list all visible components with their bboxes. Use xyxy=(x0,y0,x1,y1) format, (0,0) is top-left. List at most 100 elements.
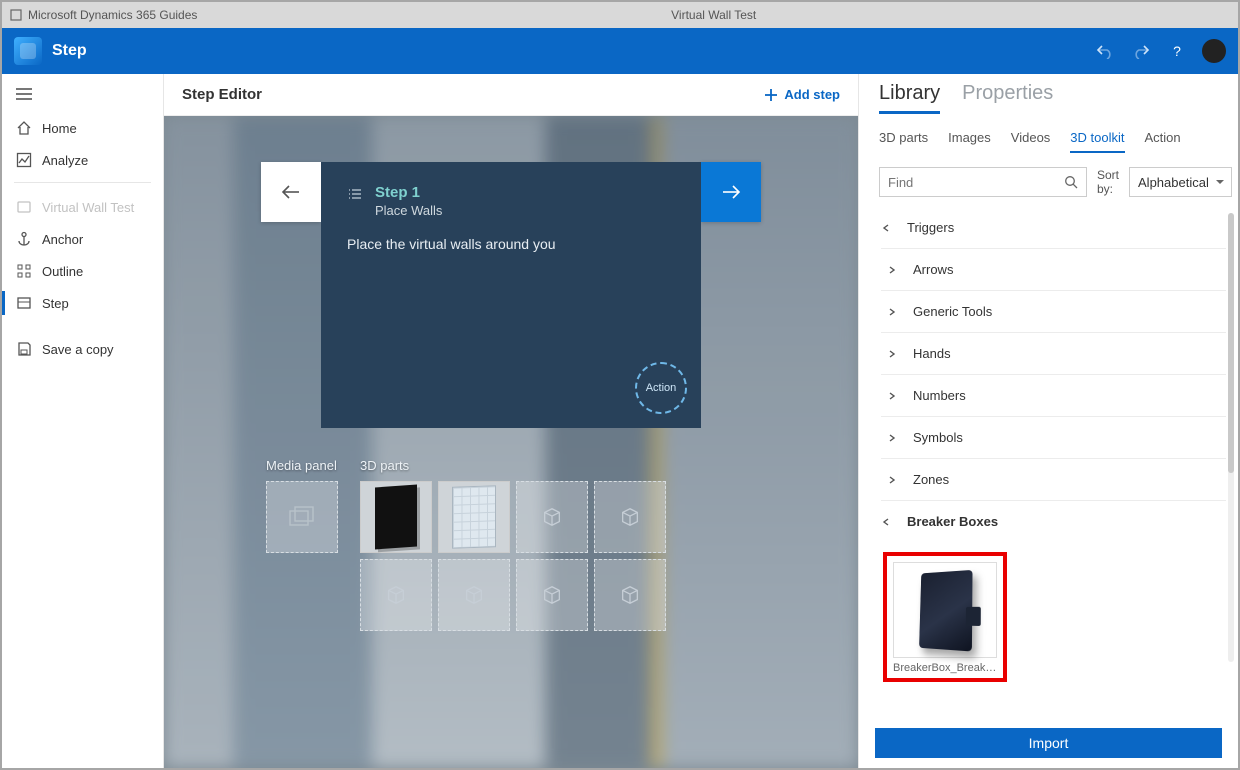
add-step-button[interactable]: Add step xyxy=(764,87,840,102)
nav-label: Anchor xyxy=(42,232,83,247)
svg-text:?: ? xyxy=(1173,43,1181,59)
plus-icon xyxy=(764,88,778,102)
pane-tabs: Library Properties xyxy=(859,74,1238,114)
search-icon xyxy=(1064,175,1078,189)
analyze-icon xyxy=(16,152,32,168)
category-list: Triggers Arrows Generic Tools Hands Numb… xyxy=(859,207,1238,722)
nav-analyze[interactable]: Analyze xyxy=(2,144,163,176)
part-thumb xyxy=(452,485,496,549)
arrow-right-icon xyxy=(719,180,743,204)
subtab-3d-parts[interactable]: 3D parts xyxy=(879,130,928,153)
chevron-right-icon xyxy=(887,307,899,317)
step-name: Place Walls xyxy=(375,203,442,218)
app-title: Microsoft Dynamics 365 Guides xyxy=(28,8,197,22)
add-step-label: Add step xyxy=(784,87,840,102)
nav-save-copy[interactable]: Save a copy xyxy=(2,333,163,365)
nav-guide-name: Virtual Wall Test xyxy=(2,191,163,223)
part-slot-empty[interactable] xyxy=(438,559,510,631)
category-hands[interactable]: Hands xyxy=(881,333,1226,375)
category-label: Symbols xyxy=(913,430,963,445)
editor-title: Step Editor xyxy=(182,86,262,103)
library-pane: Library Properties 3D parts Images Video… xyxy=(858,74,1238,768)
nav-label: Analyze xyxy=(42,153,88,168)
category-label: Triggers xyxy=(907,220,954,235)
category-breaker-boxes[interactable]: Breaker Boxes xyxy=(881,501,1226,542)
action-chip[interactable]: Action xyxy=(635,362,687,414)
nav-step[interactable]: Step xyxy=(2,287,163,319)
part-thumb xyxy=(375,485,417,550)
app-window: Microsoft Dynamics 365 Guides Virtual Wa… xyxy=(0,0,1240,770)
chevron-right-icon xyxy=(887,433,899,443)
editor-header: Step Editor Add step xyxy=(164,74,858,116)
app-header: Step ? xyxy=(2,28,1238,74)
cube-icon xyxy=(541,506,563,528)
titlebar: Microsoft Dynamics 365 Guides Virtual Wa… xyxy=(2,2,1238,28)
redo-icon[interactable] xyxy=(1130,40,1152,62)
doc-title: Virtual Wall Test xyxy=(197,8,1230,22)
step-card[interactable]: Step 1 Place Walls Place the virtual wal… xyxy=(321,162,701,428)
home-icon xyxy=(16,120,32,136)
cube-icon xyxy=(385,584,407,606)
part-slot-empty[interactable] xyxy=(594,481,666,553)
find-input[interactable] xyxy=(888,175,1064,190)
guide-icon xyxy=(16,199,32,215)
breaker-item-label: BreakerBox_Breaker_... xyxy=(893,658,997,676)
media-panel: Media panel xyxy=(266,458,338,553)
category-symbols[interactable]: Symbols xyxy=(881,417,1226,459)
scrollbar[interactable] xyxy=(1228,213,1234,662)
tab-library[interactable]: Library xyxy=(879,82,940,114)
chevron-right-icon xyxy=(887,349,899,359)
media-icon xyxy=(289,506,315,528)
category-label: Zones xyxy=(913,472,949,487)
anchor-icon xyxy=(16,231,32,247)
subtab-action[interactable]: Action xyxy=(1145,130,1181,153)
category-arrows[interactable]: Arrows xyxy=(881,249,1226,291)
nav-label: Outline xyxy=(42,264,83,279)
part-slot-empty[interactable] xyxy=(594,559,666,631)
part-slot-empty[interactable] xyxy=(516,559,588,631)
save-icon xyxy=(16,341,32,357)
subtab-videos[interactable]: Videos xyxy=(1011,130,1051,153)
import-button[interactable]: Import xyxy=(875,728,1222,758)
cube-icon xyxy=(619,584,641,606)
media-panel-label: Media panel xyxy=(266,458,338,473)
part-slot-empty[interactable] xyxy=(360,559,432,631)
category-generic-tools[interactable]: Generic Tools xyxy=(881,291,1226,333)
header-breadcrumb: Step xyxy=(52,42,87,60)
breaker-item[interactable]: BreakerBox_Breaker_... xyxy=(883,552,1007,682)
subtab-3d-toolkit[interactable]: 3D toolkit xyxy=(1070,130,1124,153)
category-numbers[interactable]: Numbers xyxy=(881,375,1226,417)
prev-step-button[interactable] xyxy=(261,162,321,222)
cube-icon xyxy=(463,584,485,606)
nav-label: Virtual Wall Test xyxy=(42,200,134,215)
part-slot-empty[interactable] xyxy=(516,481,588,553)
find-box[interactable] xyxy=(879,167,1087,197)
nav-anchor[interactable]: Anchor xyxy=(2,223,163,255)
nav-outline[interactable]: Outline xyxy=(2,255,163,287)
cube-icon xyxy=(541,584,563,606)
next-step-button[interactable] xyxy=(701,162,761,222)
chevron-down-icon xyxy=(881,223,893,233)
category-zones[interactable]: Zones xyxy=(881,459,1226,501)
sort-select[interactable]: Alphabetical xyxy=(1129,167,1232,197)
help-icon[interactable]: ? xyxy=(1166,40,1188,62)
scrollbar-thumb[interactable] xyxy=(1228,213,1234,473)
category-triggers[interactable]: Triggers xyxy=(881,207,1226,249)
part-slot-1[interactable] xyxy=(360,481,432,553)
breaker-item-wrap: BreakerBox_Breaker_... xyxy=(883,552,1226,682)
tab-properties[interactable]: Properties xyxy=(962,82,1053,114)
subtab-images[interactable]: Images xyxy=(948,130,991,153)
undo-icon[interactable] xyxy=(1094,40,1116,62)
category-label: Hands xyxy=(913,346,951,361)
part-slot-2[interactable] xyxy=(438,481,510,553)
editor-canvas: Step 1 Place Walls Place the virtual wal… xyxy=(164,116,858,768)
media-slot[interactable] xyxy=(266,481,338,553)
hamburger-icon[interactable] xyxy=(2,80,163,108)
chevron-right-icon xyxy=(887,391,899,401)
nav-home[interactable]: Home xyxy=(2,112,163,144)
user-avatar[interactable] xyxy=(1202,39,1226,63)
step-instruction[interactable]: Place the virtual walls around you xyxy=(347,236,675,252)
divider xyxy=(14,182,151,183)
nav-list: Home Analyze Virtual Wall Test Anchor xyxy=(2,112,163,365)
step-card-row: Step 1 Place Walls Place the virtual wal… xyxy=(261,162,761,428)
